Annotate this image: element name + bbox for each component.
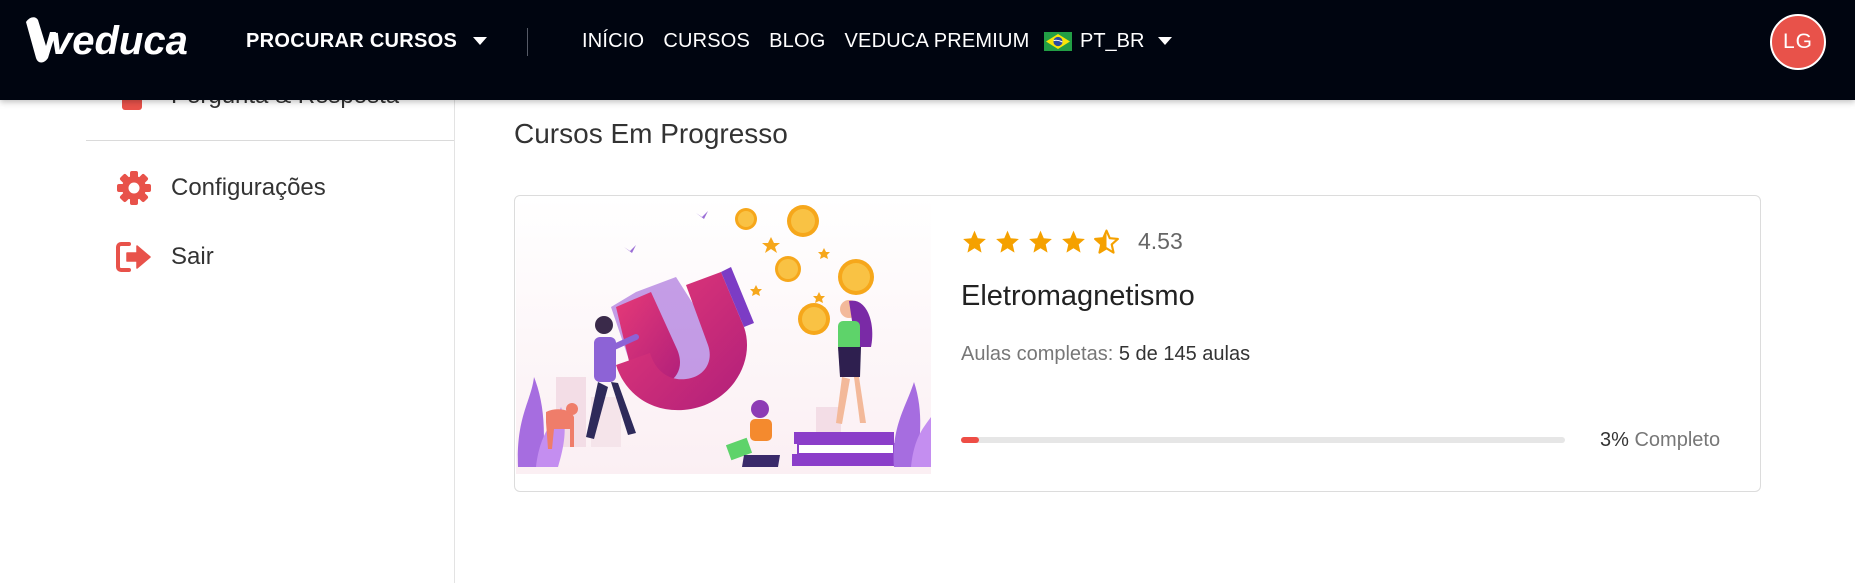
sidebar-divider — [86, 140, 455, 141]
star-icon — [1062, 230, 1085, 253]
course-thumbnail — [516, 197, 931, 474]
browse-courses-dropdown[interactable]: PROCURAR CURSOS — [246, 28, 488, 54]
progress-text: 3% Completo — [1600, 429, 1720, 452]
lessons-completed: Aulas completas: 5 de 145 aulas — [961, 343, 1250, 366]
progress-bar — [961, 437, 1565, 443]
language-selector[interactable]: PT_BR — [1044, 28, 1173, 54]
nav-link-inicio[interactable]: INÍCIO — [582, 30, 644, 53]
chevron-down-icon — [1158, 37, 1173, 45]
gear-icon — [115, 170, 153, 206]
sidebar-item-configuracoes[interactable]: Configurações — [115, 170, 326, 206]
rating-value: 4.53 — [1138, 228, 1183, 254]
course-rating: 4.53 — [961, 228, 1183, 255]
sidebar-item-sair[interactable]: Sair — [115, 239, 214, 275]
star-icon — [996, 230, 1019, 253]
user-avatar[interactable]: LG — [1770, 14, 1826, 70]
course-title[interactable]: Eletromagnetismo — [961, 280, 1195, 313]
sign-out-icon — [115, 239, 153, 275]
language-label: PT_BR — [1080, 29, 1145, 52]
sidebar-item-label: Configurações — [171, 174, 326, 201]
star-half-icon — [1094, 229, 1119, 254]
nav-link-cursos[interactable]: CURSOS — [663, 30, 750, 53]
sidebar-border — [454, 100, 455, 583]
browse-courses-label: PROCURAR CURSOS — [246, 29, 458, 52]
main-nav: INÍCIO CURSOS BLOG VEDUCA PREMIUM — [582, 28, 1049, 54]
top-navigation-bar: veduca PROCURAR CURSOS INÍCIO CURSOS BLO… — [0, 0, 1855, 100]
progress-percent: 3% — [1600, 429, 1629, 451]
veduca-logo[interactable]: veduca — [24, 14, 200, 64]
brand-wordmark: veduca — [50, 19, 188, 63]
lessons-completed-label: Aulas completas: — [961, 343, 1114, 365]
star-icon — [963, 230, 986, 253]
star-icon — [1029, 230, 1052, 253]
brazil-flag-icon — [1044, 31, 1072, 51]
nav-divider — [527, 28, 528, 56]
progress-suffix: Completo — [1634, 429, 1721, 451]
nav-link-veduca-premium[interactable]: VEDUCA PREMIUM — [845, 30, 1030, 53]
nav-link-blog[interactable]: BLOG — [769, 30, 825, 53]
progress-bar-fill — [961, 437, 980, 443]
course-card[interactable]: 4.53 Eletromagnetismo Aulas completas: 5… — [514, 195, 1761, 492]
sidebar-item-label: Sair — [171, 243, 214, 270]
chevron-down-icon — [473, 37, 488, 45]
page-title: Cursos Em Progresso — [514, 118, 788, 149]
lessons-completed-value: 5 de 145 aulas — [1118, 343, 1251, 365]
